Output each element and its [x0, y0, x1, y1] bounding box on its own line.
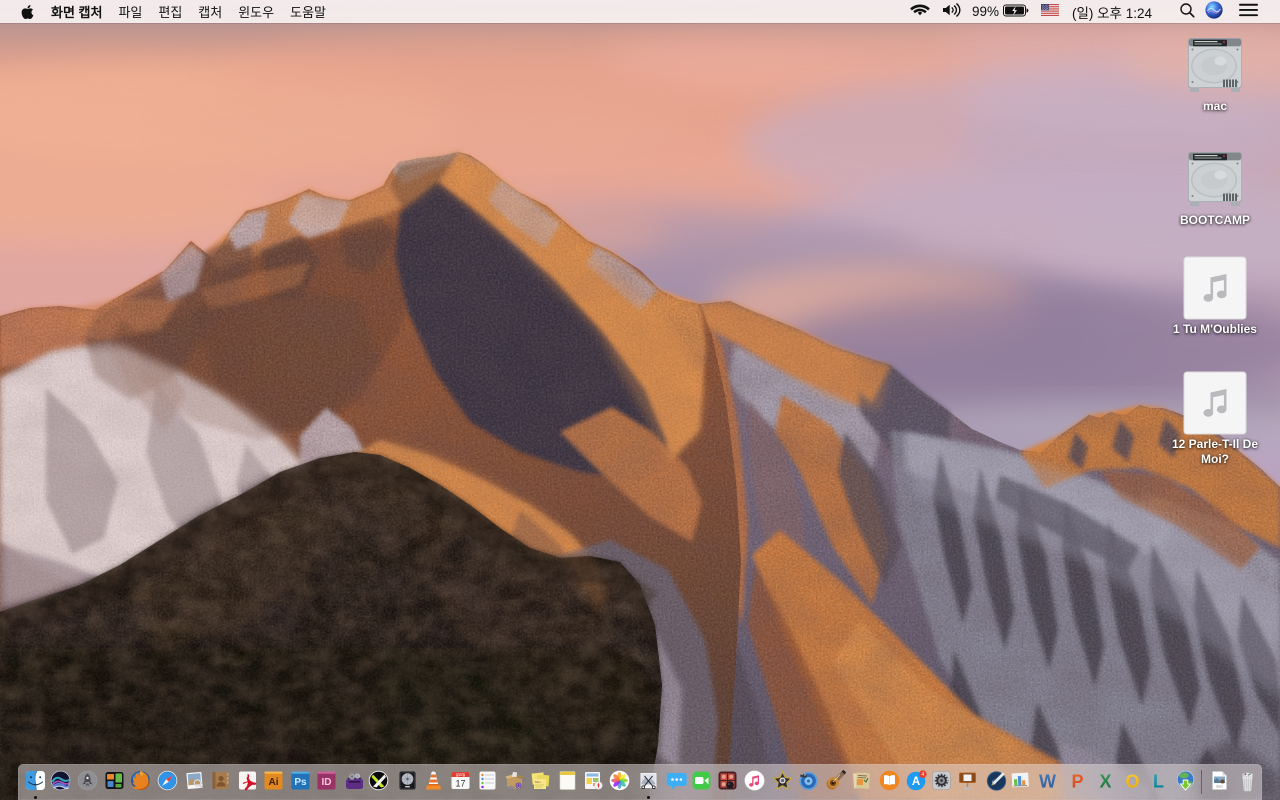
svg-text:ID: ID: [321, 777, 331, 788]
svg-text:O: O: [1125, 772, 1139, 792]
svg-text:4: 4: [921, 772, 924, 778]
svg-text:W: W: [1039, 772, 1056, 792]
svg-text:Q: Q: [516, 784, 521, 790]
svg-text:A: A: [911, 776, 919, 788]
svg-text:P: P: [1071, 772, 1083, 792]
svg-text:L: L: [1153, 772, 1164, 792]
svg-text:C: C: [991, 779, 996, 787]
svg-text:17: 17: [455, 779, 465, 789]
svg-text:X: X: [1099, 772, 1111, 792]
svg-text:일요일: 일요일: [455, 772, 465, 777]
svg-text:docx: docx: [1216, 785, 1223, 789]
svg-text:Ps: Ps: [294, 777, 307, 788]
svg-text:Mon: Mon: [535, 780, 541, 784]
svg-text:Ai: Ai: [268, 777, 278, 788]
